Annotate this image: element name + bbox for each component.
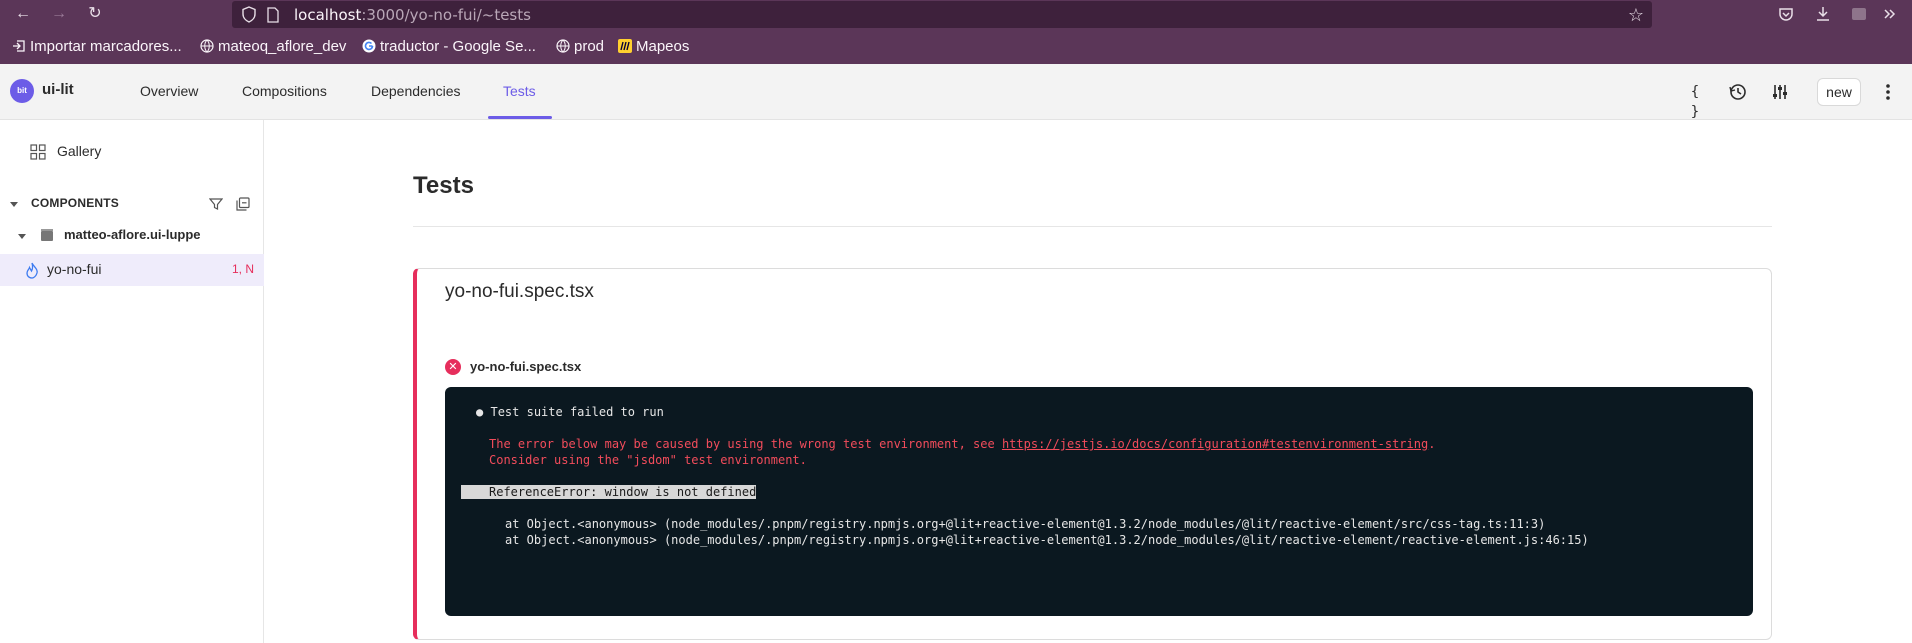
caret-down-icon[interactable] [10,202,18,207]
filter-icon[interactable] [209,197,223,211]
namespace-icon [41,229,53,241]
bookmark-label: prod [574,38,605,55]
jest-docs-link[interactable]: https://jestjs.io/docs/configuration#tes… [1002,437,1428,451]
bit-logo[interactable]: bit [10,79,34,103]
app-header: bit ui-lit Overview Compositions Depende… [0,64,1912,120]
import-icon [13,40,25,52]
new-button[interactable]: new [1817,78,1861,106]
collapse-all-icon[interactable] [236,197,250,211]
grid-icon [30,144,46,160]
namespace-row[interactable]: matteo-aflore.ui-luppe [0,224,264,248]
sidebar: Gallery COMPONENTS matteo-aflore.ui-lupp… [0,120,264,643]
consider-line: Consider using the "jsdom" test environm… [489,453,807,467]
error-hint-line: The error below may be caused by using t… [489,437,1435,451]
suite-failed-text: Test suite failed to run [490,405,664,419]
url-bar[interactable]: localhost:3000/yo-no-fui/~tests ☆ [232,1,1652,28]
component-name: yo-no-fui [47,261,102,277]
pocket-icon[interactable] [1777,5,1795,23]
page-icon [267,7,279,23]
tab-overview[interactable]: Overview [140,83,198,99]
error-output: ● Test suite failed to run The error bel… [445,387,1753,616]
browser-nav-bar: ← → ↻ localhost:3000/yo-no-fui/~tests ☆ [0,0,1912,29]
google-icon [362,39,376,53]
bookmark-label: Importar marcadores... [30,38,182,55]
code-icon[interactable]: { } [1685,82,1705,120]
forward-icon[interactable]: → [48,3,70,25]
back-icon[interactable]: ← [12,3,34,25]
history-icon[interactable] [1728,82,1748,102]
stack-line: at Object.<anonymous> (node_modules/.pnp… [505,517,1546,531]
overflow-icon[interactable] [1880,5,1898,23]
page-title: Tests [413,172,474,199]
extension-icon[interactable] [1850,5,1868,23]
active-tab-indicator [488,116,552,119]
scope-name[interactable]: ui-lit [42,81,74,98]
globe-icon [556,39,570,53]
suite-failed-line: ● Test suite failed to run [476,405,664,419]
component-row-yo-no-fui[interactable]: yo-no-fui 1, N [0,254,264,286]
download-icon[interactable] [1814,5,1832,23]
gallery-label: Gallery [57,143,102,159]
url-path: :3000/yo-no-fui/~tests [361,6,531,24]
more-vertical-icon[interactable] [1878,82,1898,102]
bookmark-traductor[interactable]: traductor - Google Se... [362,38,536,55]
fail-icon: ✕ [445,359,461,375]
caret-down-icon[interactable] [18,234,26,239]
stack-line: at Object.<anonymous> (node_modules/.pnp… [505,533,1589,547]
react-flame-icon [26,262,38,279]
bookmarks-bar: Importar marcadores... mateoq_aflore_dev… [0,29,1912,64]
error-hint-text: The error below may be caused by using t… [489,437,1002,451]
error-hint-suffix: . [1428,437,1436,451]
test-file-title: yo-no-fui.spec.tsx [445,281,594,302]
reload-icon[interactable]: ↻ [84,3,106,25]
shield-icon[interactable] [241,6,257,23]
reference-error-text: ReferenceError: window is not defined [461,485,757,499]
tab-tests[interactable]: Tests [503,83,536,99]
globe-icon [200,39,214,53]
namespace-label: matteo-aflore.ui-luppe [64,227,201,242]
status-badge: 1, N [232,262,255,276]
bullet-icon: ● [476,405,484,419]
bookmark-label: Mapeos [636,38,690,55]
bookmark-mapeos[interactable]: Mapeos [618,38,689,55]
settings-sliders-icon[interactable] [1770,82,1790,102]
bookmark-prod[interactable]: prod [556,38,604,55]
miro-icon [618,39,632,53]
test-file-card: yo-no-fui.spec.tsx ✕ yo-no-fui.spec.tsx … [413,268,1772,640]
divider [413,226,1772,227]
components-title: COMPONENTS [31,196,120,210]
url-text[interactable]: localhost:3000/yo-no-fui/~tests [294,6,531,24]
bookmark-label: traductor - Google Se... [380,38,536,55]
bookmark-import[interactable]: Importar marcadores... [12,38,182,55]
bookmark-mateoq[interactable]: mateoq_aflore_dev [200,38,346,55]
failed-file-name: yo-no-fui.spec.tsx [470,359,582,374]
tab-dependencies[interactable]: Dependencies [371,83,461,99]
bookmark-star-icon[interactable]: ☆ [1628,5,1644,26]
components-header[interactable]: COMPONENTS [0,194,264,214]
bookmark-label: mateoq_aflore_dev [218,38,347,55]
tab-compositions[interactable]: Compositions [242,83,327,99]
reference-error-line: ReferenceError: window is not defined [461,485,757,499]
url-host: localhost [294,6,362,24]
